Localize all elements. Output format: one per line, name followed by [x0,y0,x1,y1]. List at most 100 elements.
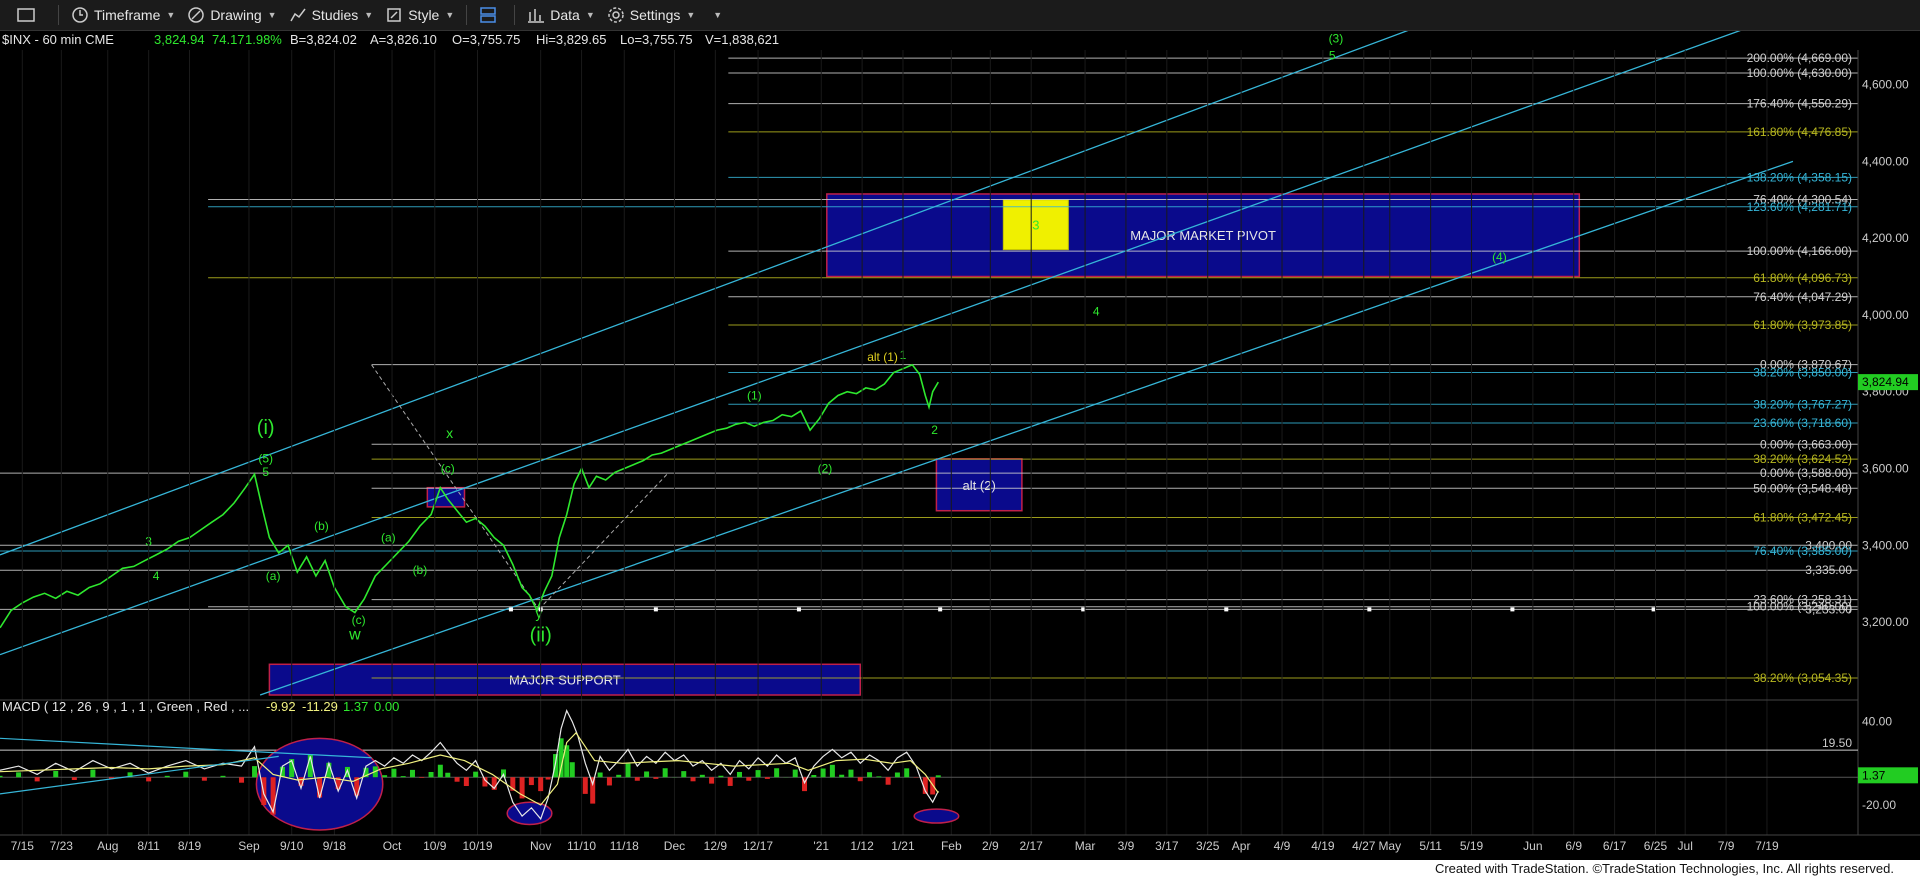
time-tick-label: 1/21 [891,839,915,853]
data-button[interactable]: Data ▼ [521,2,601,28]
time-tick-label: 1/12 [850,839,874,853]
macd-histogram-bar [727,777,733,786]
macd-histogram-bar [904,768,910,778]
time-tick-label: 3/25 [1196,839,1220,853]
studies-button[interactable]: Studies ▼ [283,2,380,28]
macd-value-2: -11.29 [302,699,338,714]
macd-histogram-bar [867,772,873,778]
macd-histogram-bar [164,775,170,778]
wave-label: alt (1) [867,350,898,364]
layout-button[interactable] [473,2,508,28]
fib-level-label: 123.60% (4,281.71) [1747,200,1852,214]
macd-histogram-bar [239,777,245,783]
macd-histogram-bar [391,768,397,778]
wave-label: (c) [441,461,455,475]
macd-histogram-bar [528,777,534,786]
fib-level-label: 23.60% (3,718.60) [1753,416,1852,430]
wave-label: (a) [381,530,396,544]
fib-level-label: 176.40% (4,550.29) [1747,97,1852,111]
chevron-down-icon: ▼ [267,10,277,20]
macd-histogram-bar [597,772,603,778]
price-tick-label: 3,600.00 [1862,461,1909,475]
macd-histogram-bar [774,768,780,778]
fib-level-label: 0.00% (3,588.00) [1760,466,1852,480]
macd-histogram-bar [653,777,659,779]
macd-histogram-bar [71,777,77,780]
zone-label: MAJOR SUPPORT [509,673,621,688]
window-menu-button[interactable] [0,2,52,28]
time-tick-label: '21 [813,839,829,853]
time-tick-label: 4/27 [1352,839,1376,853]
macd-histogram-bar [935,775,941,778]
window-icon [17,8,35,22]
bid-text: B=3,824.02 [290,32,357,47]
fib-level-label: 76.40% (3,385.00) [1753,544,1852,558]
wave-label: (1) [747,388,762,402]
style-button[interactable]: Style ▼ [379,2,460,28]
fib-level-label: 61.80% (3,472.45) [1753,510,1852,524]
settings-button[interactable]: Settings ▼ [601,2,702,28]
time-tick-label: Sep [238,839,260,853]
macd-histogram-bar [820,768,826,778]
macd-value-1: -9.92 [266,699,296,714]
time-marker [653,607,658,612]
chart-background [0,31,1920,860]
macd-histogram-bar [582,777,588,794]
macd-ref-label: 19.50 [1822,736,1852,750]
time-tick-label: 11/18 [610,839,639,853]
time-tick-label: 9/10 [280,839,304,853]
fib-level-label: 200.00% (4,669.00) [1747,51,1852,65]
toolbar-separator [466,5,468,25]
time-marker [796,607,801,612]
macd-histogram-bar [681,771,687,778]
time-tick-label: 5/19 [1460,839,1484,853]
time-tick-label: 12/9 [704,839,728,853]
macd-histogram-bar [0,775,3,778]
price-tick-label: 3,400.00 [1862,538,1909,552]
toolbar-separator [58,5,59,25]
wave-label: (a) [266,569,281,583]
time-tick-label: 9/18 [323,839,347,853]
macd-histogram-bar [201,777,207,781]
drawing-label: Drawing [210,7,262,23]
price-tick-label: 4,400.00 [1862,154,1909,168]
price-chart[interactable]: MAJOR MARKET PIVOTMAJOR SUPPORTalt (2)3 … [0,31,1920,860]
data-label: Data [550,7,580,23]
macd-histogram-bar [463,777,469,787]
time-tick-label: 6/25 [1644,839,1668,853]
wave-label: 4 [1093,305,1100,319]
fib-level-label: 100.00% (4,166.00) [1747,244,1852,258]
macd-histogram-bar [876,776,882,778]
macd-histogram-bar [473,771,479,778]
macd-histogram-bar [709,777,715,784]
time-tick-label: Aug [97,839,118,853]
macd-histogram-bar [252,766,258,778]
wave-label: 5 [1329,49,1336,63]
time-tick-label: Jul [1678,839,1693,853]
time-tick-label: Mar [1075,839,1096,853]
wave-label: (c) [352,613,366,627]
wave-label: (b) [314,519,329,533]
wave-label: x [446,425,453,441]
macd-histogram-bar [616,774,622,778]
macd-histogram-bar [16,772,22,778]
open-text: O=3,755.75 [452,32,520,47]
wave-label: 2 [931,423,938,437]
macd-histogram-bar [220,775,226,778]
wave-label: (2) [818,461,833,475]
volume-text: V=1,838,621 [705,32,779,47]
drawing-button[interactable]: Drawing ▼ [181,2,282,28]
macd-histogram-bar [718,775,724,778]
time-tick-label: 6/9 [1565,839,1582,853]
time-marker [1367,607,1372,612]
macd-histogram-bar [538,777,544,792]
toolbar-more-button[interactable]: ▼ [701,2,728,28]
timeframe-button[interactable]: Timeframe ▼ [65,2,181,28]
price-tick-label: 3,200.00 [1862,615,1909,629]
macd-value-3: 1.37 [343,699,368,714]
macd-histogram-bar [699,774,705,778]
time-marker [1224,607,1229,612]
macd-tick-label: 40.00 [1862,715,1892,729]
macd-histogram-bar [857,777,863,782]
copyright-footer: Created with TradeStation. ©TradeStation… [1434,861,1894,876]
